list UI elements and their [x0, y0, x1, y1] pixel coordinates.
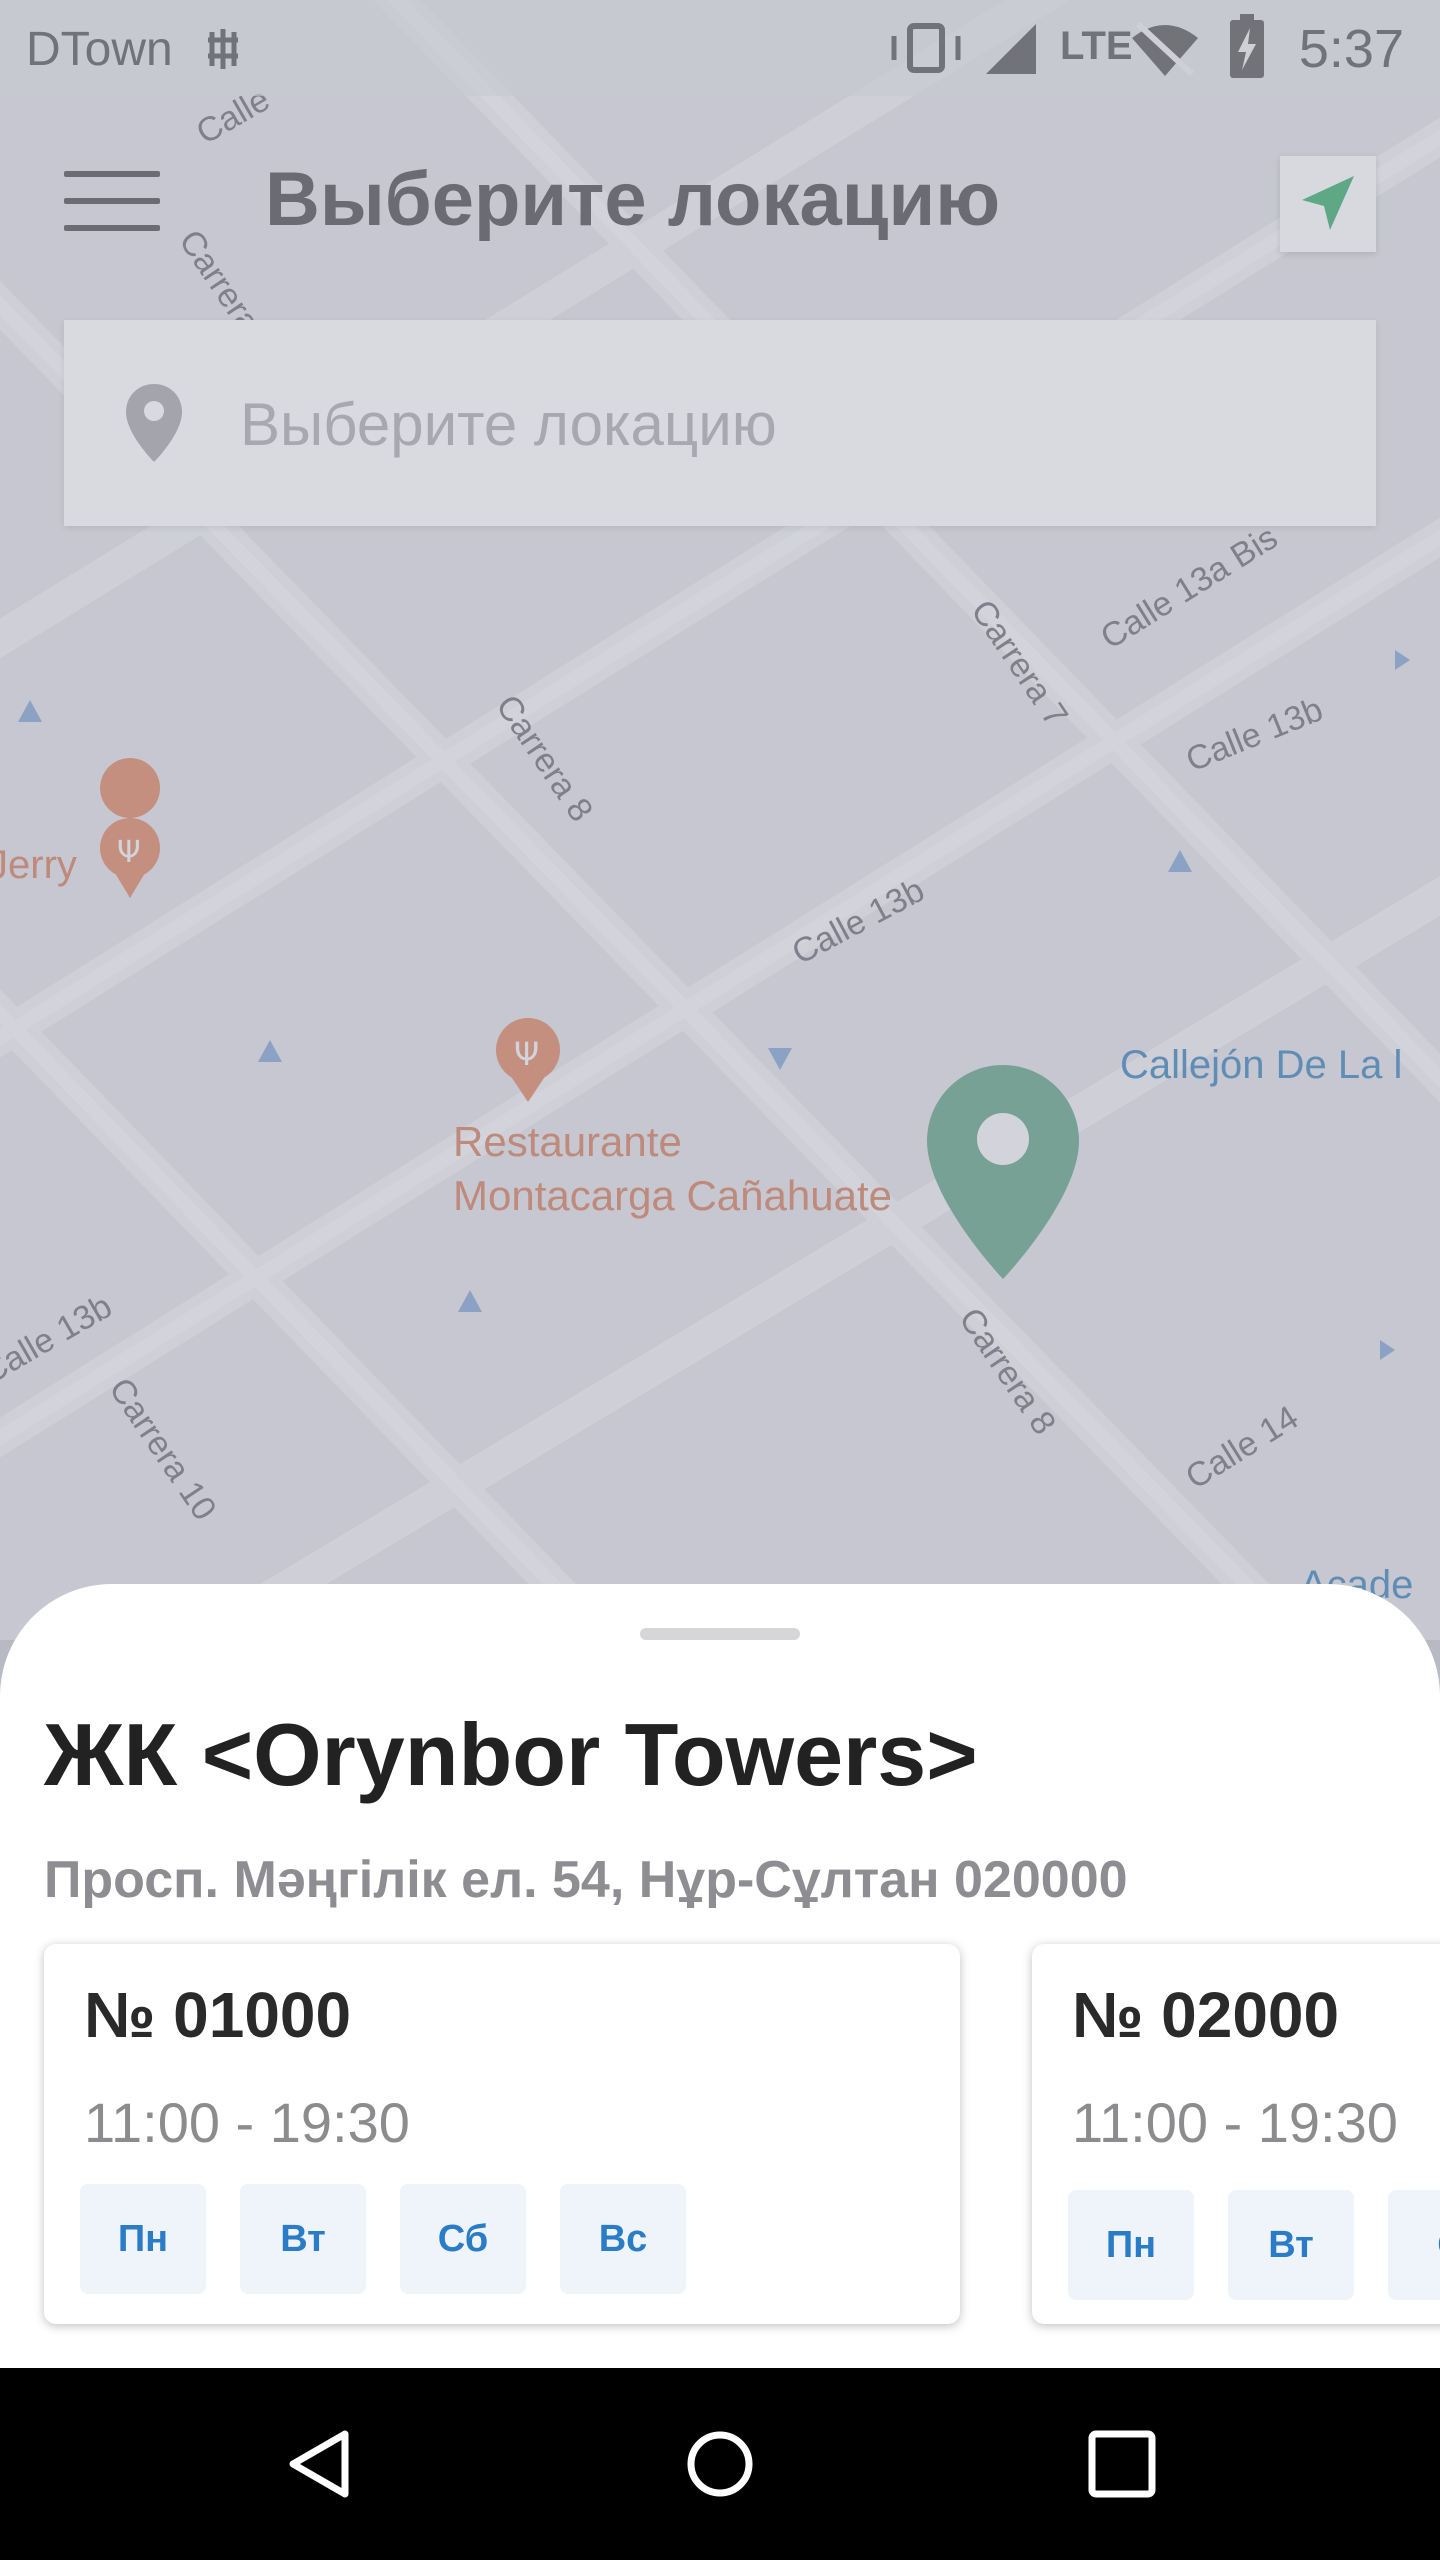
my-location-button[interactable] [1280, 156, 1376, 252]
location-pin-icon [126, 384, 182, 462]
search-placeholder: Выберите локацию [240, 391, 777, 458]
wifi-off-icon [1132, 21, 1198, 77]
home-icon[interactable] [684, 2428, 756, 2500]
network-type-label: LTE [1060, 24, 1133, 68]
svg-text:Ψ: Ψ [514, 1035, 539, 1073]
battery-charging-icon [1230, 14, 1264, 78]
poi-label-montacarga: Montacarga Cañahuate [453, 1172, 892, 1219]
office-number: № 01000 [84, 1979, 352, 2051]
office-card[interactable]: № 02000 11:00 - 19:30 Пн Вт С [1032, 1944, 1440, 2324]
day-chip-sun[interactable]: Вс [560, 2184, 686, 2294]
location-details-sheet[interactable]: ЖК <Orynbor Towers> Просп. Мәңгілік ел. … [0, 1584, 1440, 2368]
back-icon[interactable] [285, 2428, 357, 2500]
poi-label-restaurante: Restaurante [453, 1118, 682, 1165]
day-chip-mon[interactable]: Пн [80, 2184, 206, 2294]
office-hours: 11:00 - 19:30 [1072, 2091, 1398, 2154]
street-label-carrera-10: Carrera 10 [101, 1371, 223, 1527]
page-title: Выберите локацию [265, 157, 1001, 242]
hamburger-menu-icon[interactable] [64, 171, 160, 231]
office-card[interactable]: № 01000 11:00 - 19:30 Пн Вт Сб Вс [44, 1944, 960, 2324]
day-chip-sat[interactable]: Сб [400, 2184, 526, 2294]
svg-text:Ψ: Ψ [117, 835, 141, 870]
street-label-calle-14: Calle 14 [1179, 1398, 1305, 1496]
complex-address: Просп. Мәңгілік ел. 54, Нұр-Сұлтан 02000… [44, 1851, 1128, 1909]
poi-label-jerry: Jerry [0, 843, 77, 887]
toolbar: Выберите локацию [0, 96, 1440, 316]
system-navigation-bar [0, 2368, 1440, 2560]
location-search-field[interactable]: Выберите локацию [64, 320, 1376, 526]
day-chip-tue[interactable]: Вт [240, 2184, 366, 2294]
day-chip-mon[interactable]: Пн [1068, 2190, 1194, 2300]
office-number: № 02000 [1072, 1979, 1340, 2051]
complex-name: ЖК <Orynbor Towers> [44, 1705, 978, 1804]
restaurant-icon: Ψ [100, 758, 161, 898]
sheet-drag-handle[interactable] [640, 1628, 800, 1640]
data-transfer-icon [208, 29, 238, 69]
day-chip-tue[interactable]: Вт [1228, 2190, 1354, 2300]
vibrate-icon [891, 23, 961, 73]
navigation-arrow-icon [1302, 176, 1354, 230]
status-bar: DTown LTE 5:37 [0, 0, 1440, 96]
office-hours: 11:00 - 19:30 [84, 2091, 410, 2154]
recent-apps-icon[interactable] [1086, 2428, 1158, 2500]
location-marker-icon[interactable] [927, 1065, 1079, 1279]
carrier-label: DTown [26, 23, 173, 76]
day-chip-sat[interactable]: С [1388, 2190, 1440, 2300]
clock-label: 5:37 [1298, 19, 1404, 79]
poi-label-callejon: Callejón De La l [1120, 1043, 1402, 1087]
signal-icon [986, 24, 1036, 74]
